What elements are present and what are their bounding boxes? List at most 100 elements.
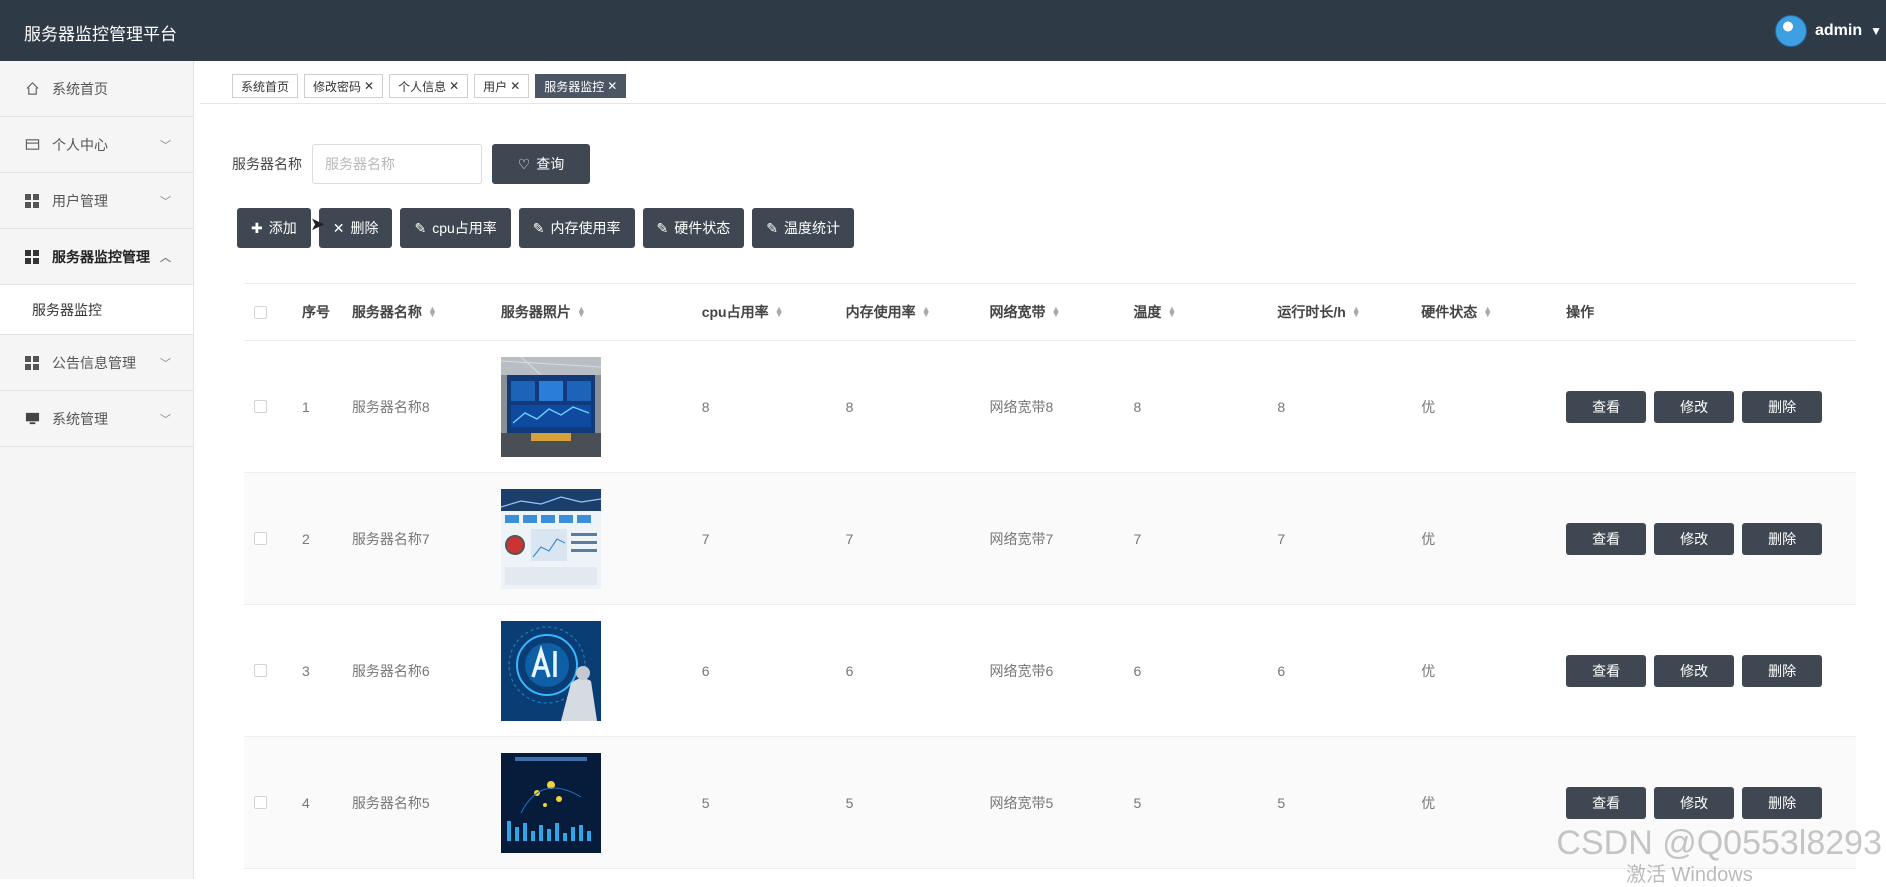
col-hw[interactable]: 硬件状态 ▲ ▼ bbox=[1421, 302, 1566, 322]
tab-home[interactable]: 系统首页 bbox=[232, 74, 299, 98]
avatar[interactable] bbox=[1774, 15, 1807, 47]
sort-icon[interactable]: ▲ ▼ bbox=[1052, 305, 1061, 319]
tab-personal-info[interactable]: 个人信息 ✕ bbox=[389, 74, 469, 98]
close-icon[interactable]: ✕ bbox=[510, 79, 520, 93]
search-input[interactable] bbox=[312, 144, 482, 184]
ai-photo[interactable] bbox=[500, 620, 601, 721]
sort-icon[interactable]: ▲ ▼ bbox=[1483, 305, 1492, 319]
sort-icon[interactable]: ▲ ▼ bbox=[1352, 305, 1361, 319]
user-menu[interactable]: admin ▼ bbox=[1774, 14, 1882, 48]
col-temp[interactable]: 温度 ▲ ▼ bbox=[1133, 302, 1277, 322]
cell-photo bbox=[500, 752, 702, 853]
tab-change-password[interactable]: 修改密码 ✕ bbox=[304, 74, 384, 98]
hardware-status-button[interactable]: ✎ 硬件状态 bbox=[642, 208, 745, 248]
sidebar-item-system[interactable]: 系统管理 ﹀ bbox=[0, 391, 193, 447]
query-button[interactable]: ♡ 查询 bbox=[492, 144, 590, 184]
cell-op: 查看 修改 删除 bbox=[1566, 390, 1856, 423]
row-checkbox[interactable] bbox=[254, 664, 267, 677]
close-icon[interactable]: ✕ bbox=[364, 79, 374, 93]
search-bar: 服务器名称 ♡ 查询 bbox=[232, 144, 590, 184]
close-icon: ✕ bbox=[332, 219, 345, 236]
sort-icon[interactable]: ▲ ▼ bbox=[428, 305, 437, 319]
sidebar-item-home[interactable]: 系统首页 bbox=[0, 61, 193, 117]
close-icon[interactable]: ✕ bbox=[607, 79, 617, 93]
sort-icon[interactable]: ▲ ▼ bbox=[577, 305, 586, 319]
tab-label: 个人信息 bbox=[398, 79, 447, 94]
row-checkbox[interactable] bbox=[254, 400, 267, 413]
chevron-down-icon: ﹀ bbox=[160, 139, 171, 152]
delete-label: 删除 bbox=[350, 220, 379, 236]
grid-icon bbox=[24, 193, 40, 209]
col-label: 操作 bbox=[1566, 304, 1595, 320]
col-label: 运行时长/h bbox=[1277, 304, 1346, 320]
col-label: 序号 bbox=[301, 304, 330, 320]
edit-button[interactable]: 修改 bbox=[1654, 786, 1735, 819]
dashboard-photo[interactable] bbox=[500, 488, 601, 589]
chevron-up-icon: ︿ bbox=[160, 251, 171, 264]
home-icon bbox=[24, 81, 40, 97]
cell-op: 查看 修改 删除 bbox=[1566, 786, 1856, 819]
table-row: 3 服务器名称6 6 6 网络宽带6 6 6 优 查看 修改 删除 bbox=[244, 605, 1856, 737]
view-button[interactable]: 查看 bbox=[1566, 786, 1647, 819]
edit-button[interactable]: 修改 bbox=[1654, 522, 1735, 555]
sidebar-item-server-monitor[interactable]: 服务器监控管理 ︿ bbox=[0, 229, 193, 285]
mem-label: 内存使用率 bbox=[550, 220, 621, 236]
sidebar-item-personal[interactable]: 个人中心 ﹀ bbox=[0, 117, 193, 173]
cell-runtime: 7 bbox=[1277, 530, 1286, 547]
delete-row-button[interactable]: 删除 bbox=[1742, 390, 1823, 423]
cell-bandwidth: 网络宽带6 bbox=[989, 662, 1054, 679]
row-checkbox[interactable] bbox=[254, 796, 267, 809]
row-checkbox[interactable] bbox=[254, 532, 267, 545]
delete-row-button[interactable]: 删除 bbox=[1742, 654, 1823, 687]
divider bbox=[200, 103, 1886, 104]
cell-photo bbox=[500, 488, 702, 589]
app-title: 服务器监控管理平台 bbox=[24, 25, 177, 44]
sort-icon[interactable]: ▲ ▼ bbox=[1167, 305, 1176, 319]
delete-row-button[interactable]: 删除 bbox=[1742, 786, 1823, 819]
col-bandwidth[interactable]: 网络宽带 ▲ ▼ bbox=[990, 302, 1134, 322]
cell-photo bbox=[500, 620, 702, 721]
caret-down-icon[interactable]: ▼ bbox=[1870, 24, 1882, 38]
view-button[interactable]: 查看 bbox=[1566, 522, 1647, 555]
data-screen-photo[interactable] bbox=[500, 752, 601, 853]
view-button[interactable]: 查看 bbox=[1566, 654, 1647, 687]
col-mem[interactable]: 内存使用率 ▲ ▼ bbox=[846, 302, 990, 322]
checkbox-cell bbox=[244, 400, 302, 413]
heart-icon: ♡ bbox=[517, 155, 531, 172]
server-room-photo[interactable] bbox=[500, 356, 601, 457]
close-icon[interactable]: ✕ bbox=[449, 79, 459, 93]
col-photo[interactable]: 服务器照片 ▲ ▼ bbox=[501, 302, 702, 322]
cell-cpu: 5 bbox=[701, 794, 710, 811]
col-name[interactable]: 服务器名称 ▲ ▼ bbox=[352, 302, 501, 322]
select-all-checkbox[interactable] bbox=[254, 305, 267, 319]
sidebar-item-users[interactable]: 用户管理 ﹀ bbox=[0, 173, 193, 229]
sidebar-item-notices[interactable]: 公告信息管理 ﹀ bbox=[0, 335, 193, 391]
edit-button[interactable]: 修改 bbox=[1654, 654, 1735, 687]
grid-icon bbox=[24, 355, 40, 371]
delete-row-button[interactable]: 删除 bbox=[1742, 522, 1823, 555]
temperature-stats-button[interactable]: ✎ 温度统计 bbox=[752, 208, 854, 248]
sidebar-item-label: 服务器监控管理 bbox=[52, 248, 150, 265]
col-runtime[interactable]: 运行时长/h ▲ ▼ bbox=[1277, 302, 1421, 322]
pencil-icon: ✎ bbox=[532, 219, 545, 236]
cell-hw: 优 bbox=[1421, 530, 1436, 547]
col-cpu[interactable]: cpu占用率 ▲ ▼ bbox=[702, 302, 846, 322]
delete-button[interactable]: ✕ 删除 bbox=[318, 208, 393, 248]
cell-bandwidth: 网络宽带7 bbox=[989, 530, 1054, 547]
sort-icon[interactable]: ▲ ▼ bbox=[922, 305, 931, 319]
tab-server-monitor[interactable]: 服务器监控 ✕ bbox=[535, 74, 627, 98]
tab-label: 服务器监控 bbox=[544, 79, 605, 94]
col-op: 操作 bbox=[1566, 302, 1856, 322]
memory-usage-button[interactable]: ✎ 内存使用率 bbox=[518, 208, 635, 248]
sidebar-subitem-server-monitor[interactable]: 服务器监控 bbox=[0, 285, 193, 335]
edit-button[interactable]: 修改 bbox=[1654, 390, 1735, 423]
card-icon bbox=[24, 137, 40, 153]
sort-icon[interactable]: ▲ ▼ bbox=[775, 305, 784, 319]
cpu-usage-button[interactable]: ✎ cpu占用率 bbox=[400, 208, 511, 248]
view-button[interactable]: 查看 bbox=[1566, 390, 1647, 423]
tab-user[interactable]: 用户 ✕ bbox=[474, 74, 530, 98]
user-name[interactable]: admin bbox=[1815, 22, 1862, 40]
add-button[interactable]: ✚ 添加 bbox=[237, 208, 311, 248]
monitor-icon bbox=[24, 411, 40, 427]
table-header: 序号 服务器名称 ▲ ▼ 服务器照片 ▲ ▼ cpu占用率 ▲ ▼ 内存使用率 ▲ ▼ 网络宽带… bbox=[244, 283, 1856, 341]
